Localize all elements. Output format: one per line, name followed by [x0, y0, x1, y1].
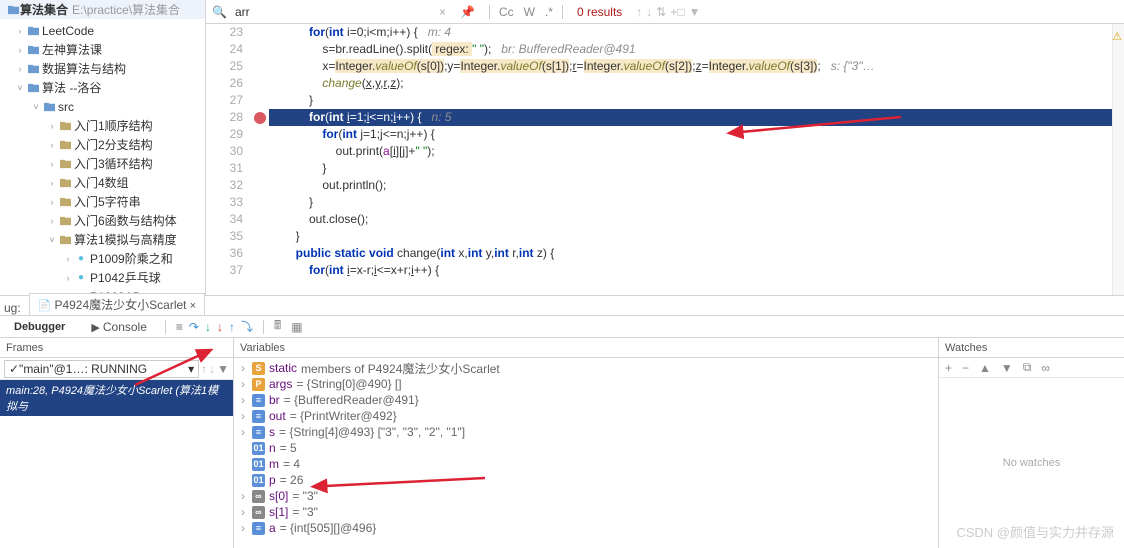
error-stripe[interactable]: ⚠ [1112, 24, 1124, 295]
annotation-arrow [320, 468, 490, 501]
prev-match-icon[interactable]: ↑ [636, 5, 642, 19]
force-step-icon[interactable]: ↓ [217, 320, 223, 334]
debugger-subtabs: Debugger ▶ Console ≡ ↷ ↓ ↓ ↑ ⤵ 🖩 ▦ [0, 316, 1124, 338]
annotation-arrow [736, 112, 906, 145]
link-icon[interactable]: ∞ [1041, 361, 1050, 375]
tree-item[interactable]: ˅算法 --洛谷 [0, 78, 205, 97]
variable-row[interactable]: ›∞ s[1] = "3" [238, 504, 934, 520]
clear-search-icon[interactable]: × [439, 5, 446, 19]
debug-session-tab[interactable]: 📄 P4924魔法少女小Scarlet × [29, 293, 205, 315]
variable-row[interactable]: ›≡ a = {int[505][]@496} [238, 520, 934, 536]
settings-icon[interactable]: ▦ [291, 320, 302, 334]
show-exec-icon[interactable]: ≡ [176, 320, 183, 334]
tree-item[interactable]: ˅src [0, 97, 205, 116]
tree-item[interactable]: ›LeetCode [0, 21, 205, 40]
step-over-icon[interactable]: ↷ [189, 320, 199, 334]
tree-item[interactable]: ›入门4数组 [0, 173, 205, 192]
breadcrumb-root[interactable]: 算法集合 E:\practice\算法集合 [0, 0, 205, 19]
project-sidebar: 算法集合 E:\practice\算法集合 ›LeetCode›左神算法课›数据… [0, 0, 206, 295]
tree-item[interactable]: ›数据算法与结构 [0, 59, 205, 78]
warning-mark-icon: ⚠ [1112, 30, 1122, 43]
regex-toggle[interactable]: .* [542, 5, 556, 19]
watches-header: Watches [939, 338, 1124, 358]
filter-icon[interactable]: ▼ [689, 5, 701, 19]
tree-item[interactable]: ›P1042乒乓球 [0, 268, 205, 287]
whole-word-toggle[interactable]: W [521, 5, 538, 19]
variables-panel: Variables ›S static members of P4924魔法少女… [234, 338, 938, 548]
variable-row[interactable]: 01 n = 5 [238, 440, 934, 456]
search-bar: 🔍 × 📌 Cc W .* 0 results ↑ ↓ ⇅ +□ ▼ [206, 0, 1124, 24]
project-name: 算法集合 [20, 1, 68, 18]
variable-row[interactable]: ›S static members of P4924魔法少女小Scarlet [238, 360, 934, 376]
run-to-cursor-icon[interactable]: ⤵ [241, 318, 253, 335]
search-input[interactable] [233, 3, 433, 21]
move-down-icon[interactable]: ▼ [1001, 361, 1013, 375]
watermark: CSDN @颜值与实力并存源 [956, 522, 1114, 541]
debug-tab-bar: ug: 📄 P4924魔法少女小Scarlet × [0, 296, 1124, 316]
editor-area: 🔍 × 📌 Cc W .* 0 results ↑ ↓ ⇅ +□ ▼ 23242… [206, 0, 1124, 295]
pin-icon[interactable]: 📌 [460, 5, 475, 19]
next-frame-icon[interactable]: ↓ [209, 362, 215, 376]
step-controls: ≡ ↷ ↓ ↓ ↑ ⤵ [176, 318, 253, 335]
tree-item[interactable]: ›入门1顺序结构 [0, 116, 205, 135]
tree-item[interactable]: ›左神算法课 [0, 40, 205, 59]
remove-watch-icon[interactable]: − [962, 361, 969, 375]
frames-panel: Frames ✓"main"@1…: RUNNING▾ ↑ ↓ ▼ main:2… [0, 338, 234, 548]
copy-icon[interactable]: ⧉ [1023, 360, 1032, 375]
next-match-icon[interactable]: ↓ [646, 5, 652, 19]
tree-item[interactable]: ˅算法1模拟与高精度 [0, 230, 205, 249]
variable-row[interactable]: ›P args = {String[0]@490} [] [238, 376, 934, 392]
move-up-icon[interactable]: ▲ [979, 361, 991, 375]
tree-item[interactable]: ›入门5字符串 [0, 192, 205, 211]
add-watch-icon[interactable]: + [945, 361, 952, 375]
evaluate-icon[interactable]: 🖩 [274, 316, 281, 337]
variable-row[interactable]: ›≡ out = {PrintWriter@492} [238, 408, 934, 424]
variable-row[interactable]: ›≡ s = {String[4]@493} ["3", "3", "2", "… [238, 424, 934, 440]
project-path: E:\practice\算法集合 [72, 1, 180, 18]
variables-header: Variables [234, 338, 938, 358]
match-case-toggle[interactable]: Cc [496, 5, 517, 19]
debug-label: ug: [4, 301, 21, 315]
watches-panel: Watches + − ▲ ▼ ⧉ ∞ No watches [938, 338, 1124, 548]
filter-frames-icon[interactable]: ▼ [217, 362, 229, 376]
add-selection-icon[interactable]: +□ [670, 5, 684, 19]
tree-item[interactable]: ›P1009阶乘之和 [0, 249, 205, 268]
code-editor[interactable]: 232425262728293031323334353637 for(int i… [206, 24, 1124, 295]
step-out-icon[interactable]: ↑ [229, 320, 235, 334]
console-tab[interactable]: ▶ Console [83, 318, 155, 336]
tree-item[interactable]: ›入门2分支结构 [0, 135, 205, 154]
tree-item[interactable]: ›入门3循环结构 [0, 154, 205, 173]
annotation-arrow [130, 350, 210, 393]
select-all-icon[interactable]: ⇅ [656, 5, 666, 19]
search-icon: 🔍 [212, 5, 227, 19]
variable-row[interactable]: ›≡ br = {BufferedReader@491} [238, 392, 934, 408]
debugger-tab[interactable]: Debugger [6, 319, 73, 335]
step-into-icon[interactable]: ↓ [205, 320, 211, 334]
results-count: 0 results [577, 5, 622, 19]
folder-icon [6, 4, 20, 16]
tree-item[interactable]: ›入门6函数与结构体 [0, 211, 205, 230]
